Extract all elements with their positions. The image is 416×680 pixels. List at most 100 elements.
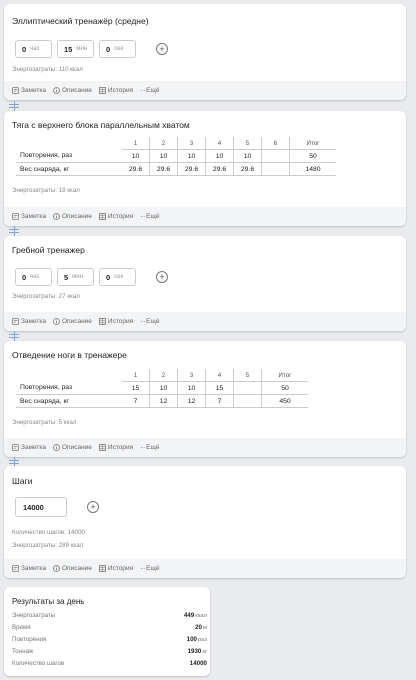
weight-cell[interactable]: 29.6 bbox=[177, 162, 206, 176]
reps-cell[interactable]: 10 bbox=[149, 149, 178, 163]
set-header: 2 bbox=[149, 369, 178, 382]
description-button[interactable]: Описание bbox=[53, 87, 92, 94]
reps-total: 50 bbox=[261, 381, 308, 395]
energy-text: Энергозатраты: 110 ккал bbox=[12, 66, 83, 73]
more-button[interactable]: ··· Ещё bbox=[140, 444, 159, 451]
seconds-field[interactable]: 0 сек bbox=[99, 268, 136, 286]
weight-total: 1480 bbox=[289, 162, 336, 176]
row-label: Повторения, раз bbox=[16, 381, 122, 395]
description-button[interactable]: Описание bbox=[53, 318, 92, 325]
weight-cell[interactable]: 29.6 bbox=[233, 162, 262, 176]
card-footer: Заметка Описание История ··· Ещё bbox=[4, 438, 406, 457]
reps-cell[interactable]: 10 bbox=[177, 149, 206, 163]
note-icon bbox=[12, 318, 19, 325]
weight-cell[interactable] bbox=[261, 162, 290, 176]
reps-cell[interactable]: 15 bbox=[205, 381, 234, 395]
drag-handle-icon[interactable] bbox=[8, 331, 20, 341]
add-plus-icon[interactable]: + bbox=[87, 501, 99, 513]
reps-cell[interactable]: 15 bbox=[122, 381, 150, 395]
note-button[interactable]: Заметка bbox=[12, 318, 46, 325]
row-label: Вес снаряда, кг bbox=[16, 162, 122, 176]
history-button[interactable]: История bbox=[99, 87, 133, 94]
table-icon bbox=[99, 87, 106, 94]
note-icon bbox=[12, 213, 19, 220]
history-button[interactable]: История bbox=[99, 318, 133, 325]
weight-cell[interactable]: 29.6 bbox=[122, 162, 150, 176]
weight-cell[interactable]: 12 bbox=[177, 394, 206, 408]
set-header: 6 bbox=[261, 137, 290, 150]
history-button[interactable]: История bbox=[99, 213, 133, 220]
note-icon bbox=[12, 87, 19, 94]
weight-total: 450 bbox=[261, 394, 308, 408]
note-button[interactable]: Заметка bbox=[12, 444, 46, 451]
note-icon bbox=[12, 444, 19, 451]
energy-text: Энергозатраты: 18 ккал bbox=[12, 187, 80, 194]
weight-cell[interactable]: 7 bbox=[122, 394, 150, 408]
exercise-title: Гребной тренажер bbox=[12, 245, 85, 255]
reps-cell[interactable] bbox=[233, 381, 262, 395]
row-label: Вес снаряда, кг bbox=[16, 394, 122, 408]
seconds-field[interactable]: 0 сек bbox=[99, 40, 136, 58]
energy-text: Энергозатраты: 5 ккал bbox=[12, 419, 77, 426]
set-header: 5 bbox=[233, 369, 262, 382]
note-button[interactable]: Заметка bbox=[12, 565, 46, 572]
total-header: Итог bbox=[261, 369, 308, 382]
exercise-card-rowing: Гребной тренажер 0 час 5 мин 0 сек + Эне… bbox=[4, 236, 406, 331]
hours-field[interactable]: 0 час bbox=[15, 40, 52, 58]
description-button[interactable]: Описание bbox=[53, 565, 92, 572]
weight-cell[interactable]: 12 bbox=[149, 394, 178, 408]
steps-input[interactable]: 14000 bbox=[15, 497, 67, 517]
more-button[interactable]: ··· Ещё bbox=[140, 213, 159, 220]
drag-handle-icon[interactable] bbox=[8, 226, 20, 236]
drag-handle-icon[interactable] bbox=[8, 101, 20, 111]
history-button[interactable]: История bbox=[99, 565, 133, 572]
reps-cell[interactable]: 10 bbox=[233, 149, 262, 163]
minutes-field[interactable]: 15 мин bbox=[57, 40, 94, 58]
exercise-card-pulldown: Тяга с верхнего блока параллельным хвато… bbox=[4, 111, 406, 226]
exercise-title: Отведение ноги в тренажере bbox=[12, 350, 127, 360]
duration-inputs: 0 час 15 мин 0 сек + bbox=[15, 40, 168, 58]
summary-row-energy: Энергозатраты 449ккал bbox=[12, 612, 207, 619]
reps-cell[interactable] bbox=[261, 149, 290, 163]
exercise-card-elliptical: Эллиптический тренажёр (средне) 0 час 15… bbox=[4, 4, 406, 100]
history-button[interactable]: История bbox=[99, 444, 133, 451]
weight-cell[interactable]: 29.6 bbox=[205, 162, 234, 176]
info-icon bbox=[53, 444, 60, 451]
row-label: Повторения, раз bbox=[16, 149, 122, 163]
weight-cell[interactable] bbox=[233, 394, 262, 408]
add-plus-icon[interactable]: + bbox=[156, 271, 168, 283]
table-row: Вес снаряда, кг 7 12 12 7 450 bbox=[16, 394, 308, 408]
table-icon bbox=[99, 565, 106, 572]
reps-total: 50 bbox=[289, 149, 336, 163]
dots-icon: ··· bbox=[140, 565, 146, 572]
more-button[interactable]: ··· Ещё bbox=[140, 87, 159, 94]
reps-cell[interactable]: 10 bbox=[205, 149, 234, 163]
note-button[interactable]: Заметка bbox=[12, 213, 46, 220]
add-plus-icon[interactable]: + bbox=[156, 43, 168, 55]
hours-field[interactable]: 0 час bbox=[15, 268, 52, 286]
set-header: 4 bbox=[205, 369, 234, 382]
summary-row-steps: Количество шагов 14000 bbox=[12, 660, 207, 667]
reps-cell[interactable]: 10 bbox=[122, 149, 150, 163]
sets-table: 1 2 3 4 5 Итог Повторения, раз 15 10 10 … bbox=[16, 369, 308, 408]
reps-cell[interactable]: 10 bbox=[149, 381, 178, 395]
card-footer: Заметка Описание История ··· Ещё bbox=[4, 207, 406, 226]
set-header: 2 bbox=[149, 137, 178, 150]
minutes-field[interactable]: 5 мин bbox=[57, 268, 94, 286]
more-button[interactable]: ··· Ещё bbox=[140, 565, 159, 572]
weight-cell[interactable]: 29.6 bbox=[149, 162, 178, 176]
energy-text: Энергозатраты: 27 ккал bbox=[12, 293, 80, 300]
more-button[interactable]: ··· Ещё bbox=[140, 318, 159, 325]
set-header: 1 bbox=[122, 369, 150, 382]
description-button[interactable]: Описание bbox=[53, 213, 92, 220]
description-button[interactable]: Описание bbox=[53, 444, 92, 451]
duration-inputs: 0 час 5 мин 0 сек + bbox=[15, 268, 168, 286]
table-row: Вес снаряда, кг 29.6 29.6 29.6 29.6 29.6… bbox=[16, 162, 336, 176]
exercise-card-steps: Шаги 14000 + Количество шагов: 14000 Эне… bbox=[4, 466, 406, 578]
energy-text: Энергозатраты: 289 ккал bbox=[12, 542, 84, 549]
table-row: Повторения, раз 15 10 10 15 50 bbox=[16, 381, 308, 395]
reps-cell[interactable]: 10 bbox=[177, 381, 206, 395]
weight-cell[interactable]: 7 bbox=[205, 394, 234, 408]
note-button[interactable]: Заметка bbox=[12, 87, 46, 94]
exercise-title: Эллиптический тренажёр (средне) bbox=[12, 16, 149, 26]
